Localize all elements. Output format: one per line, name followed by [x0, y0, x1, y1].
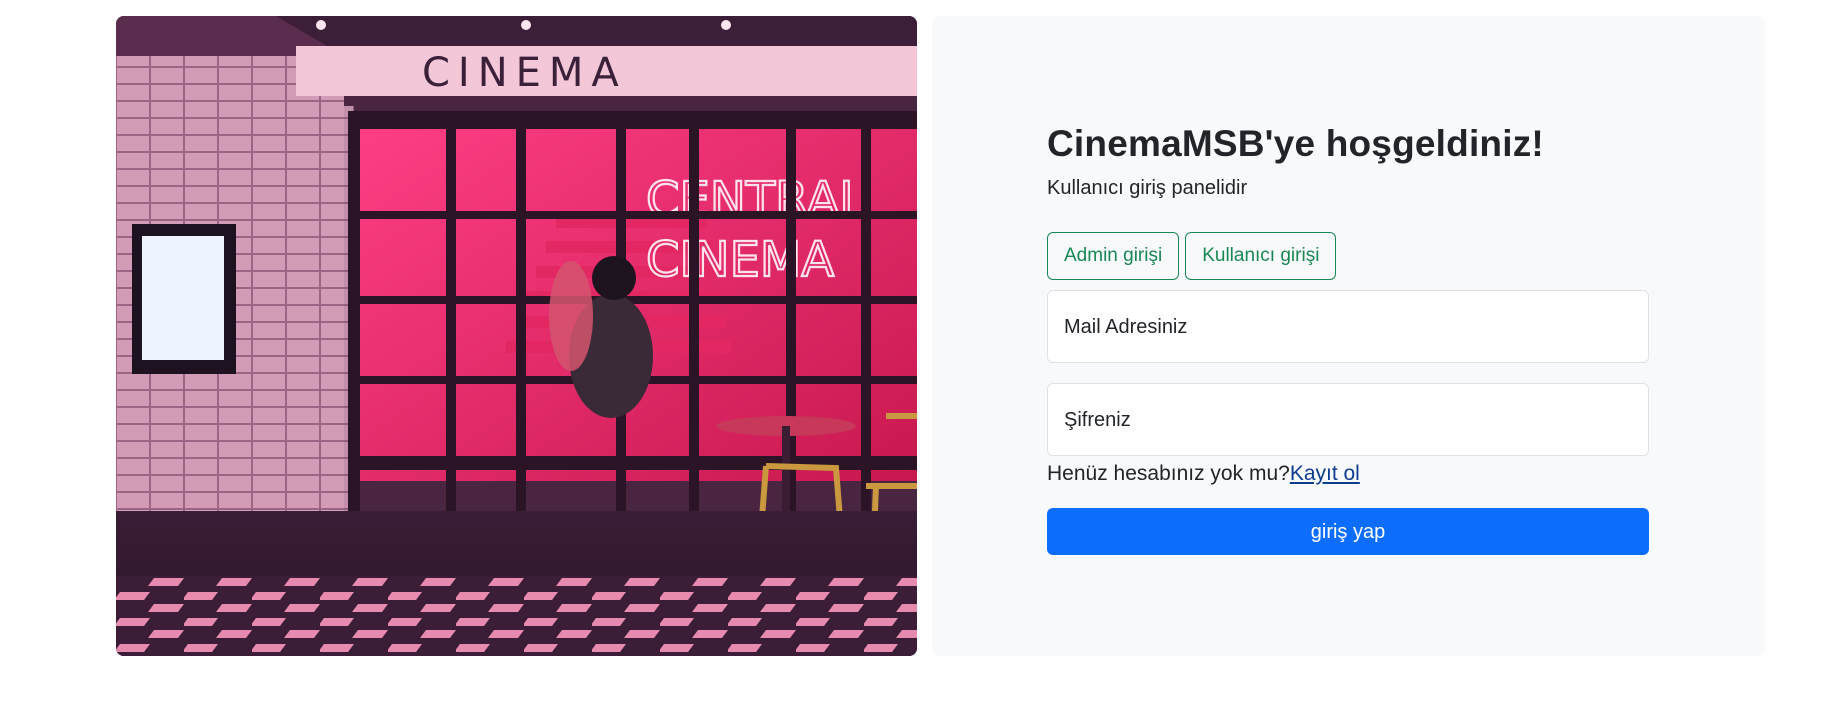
page-subtitle: Kullanıcı giriş panelidir — [1047, 177, 1248, 199]
email-input[interactable] — [1048, 291, 1648, 362]
login-form: CinemaMSB'ye hoşgeldiniz! Kullanıcı giri… — [1047, 120, 1649, 555]
login-type-tabs: Admin girişi Kullanıcı girişi — [1047, 232, 1649, 280]
register-row: Henüz hesabınız yok mu?Kayıt ol — [1047, 460, 1649, 488]
page-container: CINEMA CENTRAL CINEMA CinemaMSB'ye hoşge… — [116, 16, 1765, 656]
neon-line-1: CENTRAL — [646, 172, 866, 228]
login-panel: CinemaMSB'ye hoşgeldiniz! Kullanıcı giri… — [932, 16, 1765, 656]
admin-login-tab[interactable]: Admin girişi — [1047, 232, 1180, 280]
neon-line-2: CINEMA — [646, 232, 834, 288]
marquee-sign: CINEMA — [422, 50, 627, 96]
register-link[interactable]: Kayıt ol — [1290, 462, 1360, 485]
register-prompt: Henüz hesabınız yok mu? — [1047, 462, 1290, 485]
user-login-tab[interactable]: Kullanıcı girişi — [1185, 232, 1337, 280]
password-field[interactable]: Şifreniz — [1047, 383, 1649, 456]
login-submit-button[interactable]: giriş yap — [1047, 508, 1649, 555]
page-title: CinemaMSB'ye hoşgeldiniz! — [1047, 123, 1544, 164]
password-input[interactable] — [1048, 384, 1648, 455]
email-field[interactable]: Mail Adresiniz — [1047, 290, 1649, 363]
cinema-photo: CINEMA CENTRAL CINEMA — [116, 16, 917, 656]
